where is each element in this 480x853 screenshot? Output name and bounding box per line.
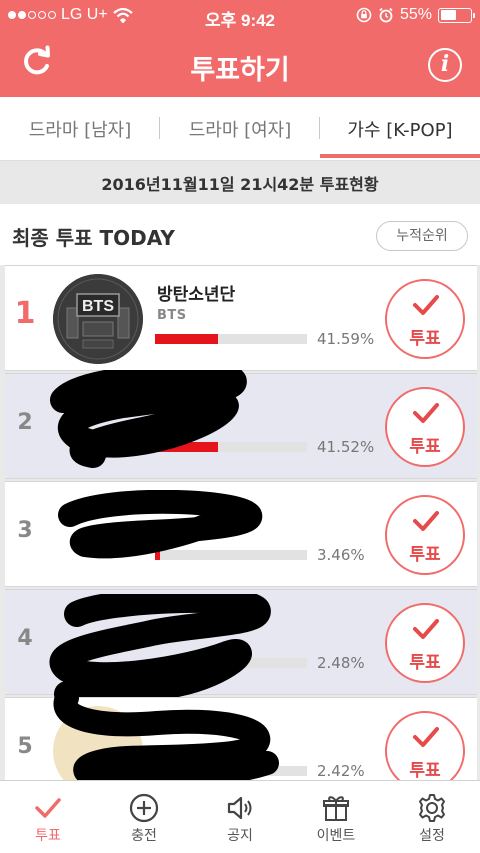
artist-subtitle: BTS — [157, 308, 187, 323]
tab-drama-male[interactable]: 드라마 [남자] — [0, 97, 160, 160]
check-icon — [413, 403, 439, 423]
gift-icon — [323, 796, 349, 821]
tab-drama-female[interactable]: 드라마 [여자] — [160, 97, 320, 160]
artist-name: 방탄소년단 — [157, 285, 236, 305]
vote-button-label: 투표 — [409, 761, 441, 780]
vote-button[interactable]: 투표 — [385, 711, 465, 780]
nav-notice[interactable]: 공지 — [192, 781, 288, 853]
rank-number: 2 — [17, 410, 33, 435]
vote-percent: 2.42% — [317, 762, 365, 780]
nav-label: 충전 — [131, 828, 157, 844]
rank-number: 3 — [17, 518, 33, 543]
nav-label: 투표 — [35, 828, 61, 844]
page-title: 투표하기 — [190, 55, 290, 86]
plus-circle-icon — [129, 793, 159, 823]
ranking-row: 2 41.52% 투표 — [5, 370, 477, 479]
status-bar: LG U+ 오후 9:42 55% — [0, 0, 480, 30]
logo-text: BTS — [82, 298, 114, 315]
bts-logo-icon: BTS — [53, 274, 143, 364]
vote-percent: 3.46% — [317, 546, 365, 564]
nav-vote[interactable]: 투표 — [0, 781, 96, 853]
status-right: 55% — [356, 6, 475, 24]
vote-button[interactable]: 투표 — [385, 495, 465, 575]
nav-settings[interactable]: 설정 — [384, 781, 480, 853]
vote-share-bar — [155, 334, 307, 344]
ranking-row: 1 BTS 방탄소년단 BTS 41.59% 투표 — [5, 265, 477, 371]
nav-label: 설정 — [419, 828, 445, 844]
tab-label: 드라마 [여자] — [188, 119, 292, 141]
nav-charge[interactable]: 충전 — [96, 781, 192, 853]
rank-number: 5 — [17, 734, 33, 759]
tab-label: 드라마 [남자] — [28, 119, 132, 141]
rank-number: 1 — [14, 296, 36, 331]
vote-button-label: 투표 — [409, 545, 441, 565]
ranking-list[interactable]: 1 BTS 방탄소년단 BTS 41.59% 투표 2 41.52% 투표 3 … — [0, 265, 480, 780]
app-header: 투표하기 i — [0, 30, 480, 97]
nav-label: 이벤트 — [316, 828, 356, 844]
section-title: 최종 투표 TODAY — [12, 226, 175, 250]
nav-event[interactable]: 이벤트 — [288, 781, 384, 853]
check-icon — [413, 295, 439, 315]
ranking-row: 3 3.46% 투표 — [5, 481, 477, 587]
battery-icon — [438, 7, 475, 23]
alarm-icon — [379, 7, 393, 23]
check-icon — [35, 798, 61, 818]
gear-icon — [419, 794, 445, 822]
bottom-navigation: 투표 충전 공지 이벤트 설정 — [0, 780, 480, 853]
vote-button-label: 투표 — [409, 437, 441, 457]
redaction-scribble — [53, 686, 279, 780]
cumulative-rank-button[interactable]: 누적순위 — [376, 221, 468, 251]
vote-percent: 41.52% — [317, 438, 375, 456]
section-header: 최종 투표 TODAY 누적순위 — [0, 204, 480, 265]
vote-button-label: 투표 — [409, 329, 441, 349]
vote-percent: 2.48% — [317, 654, 365, 672]
category-tabs: 드라마 [남자] 드라마 [여자] 가수 [K-POP] — [0, 97, 480, 160]
tab-kpop-singer[interactable]: 가수 [K-POP] — [320, 97, 480, 160]
check-icon — [413, 619, 439, 639]
artist-thumbnail: BTS — [53, 274, 143, 364]
ranking-row: 5 2.42% 투표 — [5, 686, 477, 780]
speaker-icon — [227, 796, 252, 820]
check-icon — [413, 511, 439, 531]
vote-status-date: 2016년11월11일 21시42분 투표현황 — [0, 160, 480, 204]
rotation-lock-icon — [356, 7, 372, 23]
check-icon — [413, 727, 439, 747]
info-button[interactable]: i — [428, 48, 462, 82]
vote-button[interactable]: 투표 — [385, 279, 465, 359]
vote-button[interactable]: 투표 — [385, 387, 465, 467]
tab-label: 가수 [K-POP] — [347, 119, 453, 141]
nav-label: 공지 — [227, 828, 253, 844]
vote-button[interactable]: 투표 — [385, 603, 465, 683]
redaction-scribble — [50, 370, 247, 468]
redaction-scribble — [58, 490, 263, 559]
vote-button-label: 투표 — [409, 653, 441, 673]
vote-percent: 41.59% — [317, 330, 375, 348]
battery-percent: 55% — [399, 6, 432, 23]
